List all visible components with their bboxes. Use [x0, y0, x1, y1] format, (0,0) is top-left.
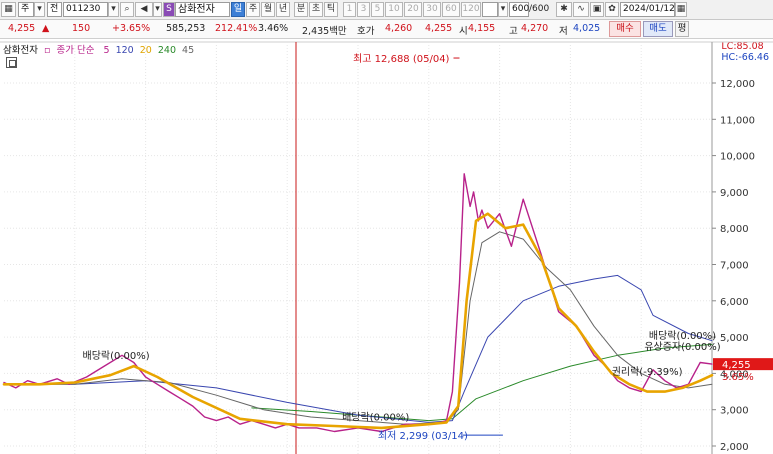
y-tick-label: 8,000 [720, 224, 749, 235]
event-annotation: 권리락(-9.39%) [612, 366, 683, 378]
y-tick-label: 6,000 [720, 297, 749, 308]
y-tick-label: 9,000 [720, 188, 749, 199]
event-annotation: 배당락(0.00%) [649, 330, 716, 342]
y-tick-label: 10,000 [720, 152, 755, 163]
ma240-line [251, 343, 713, 422]
last-price-label: 4,255 [722, 360, 751, 371]
y-tick-label: 11,000 [720, 115, 755, 126]
high-annotation: 최고 12,688 (05/04) [353, 53, 449, 65]
y-axis: 2,0003,0004,0005,0006,0007,0008,0009,000… [711, 42, 773, 454]
price-chart[interactable]: 2,0003,0004,0005,0006,0007,0008,0009,000… [0, 0, 773, 454]
y-tick-label: 3,000 [720, 406, 749, 417]
low-annotation: 최저 2,299 (03/14) [378, 430, 468, 442]
event-annotation: 배당락(0.00%) [83, 350, 150, 362]
chart-series [2, 173, 714, 433]
y-tick-label: 12,000 [720, 79, 755, 90]
price-line [3, 173, 713, 433]
ma20-line [2, 212, 714, 430]
last-change-label: 3.65% [722, 372, 754, 383]
y-tick-label: 5,000 [720, 333, 749, 344]
y-tick-label: 7,000 [720, 261, 749, 272]
event-annotation: 배당락(0.00%) [342, 412, 409, 424]
event-annotation: 유상증자(0.00%) [644, 341, 720, 353]
y-tick-label: 2,000 [720, 442, 749, 453]
